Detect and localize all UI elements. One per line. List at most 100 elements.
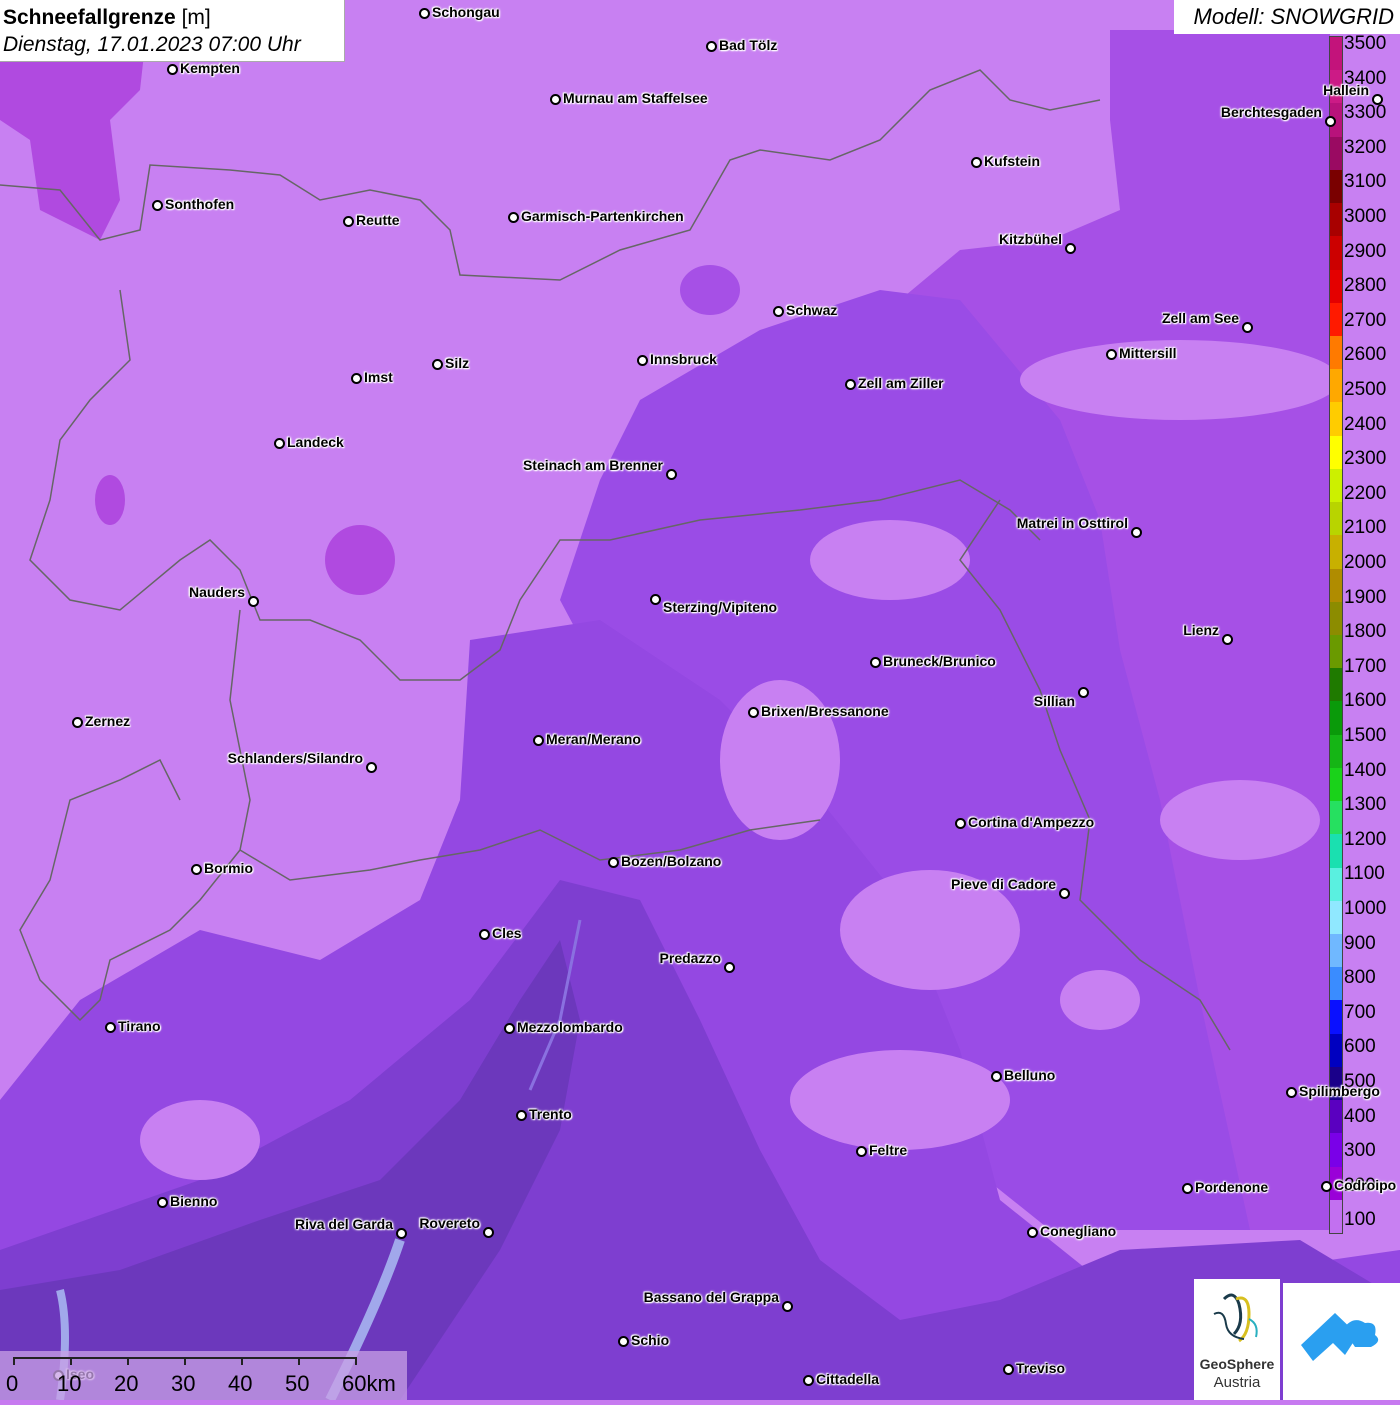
city-marker[interactable] [167,64,178,75]
scale-label: 40 [228,1371,253,1396]
city-marker[interactable] [366,762,377,773]
mountain-cloud-icon [1301,1313,1379,1361]
city-label: Kempten [180,60,240,76]
city-marker[interactable] [516,1110,527,1121]
city-label: Bozen/Bolzano [621,853,722,869]
city-label: Zell am Ziller [858,375,944,391]
city-marker[interactable] [1182,1183,1193,1194]
city-marker[interactable] [608,857,619,868]
city-marker[interactable] [1131,527,1142,538]
city-marker[interactable] [1286,1087,1297,1098]
city-marker[interactable] [991,1071,1002,1082]
city-marker[interactable] [803,1375,814,1386]
legend-swatch [1330,900,1342,935]
city-marker[interactable] [550,94,561,105]
city-marker[interactable] [666,469,677,480]
city-marker[interactable] [1003,1364,1014,1375]
city-marker[interactable] [1078,687,1089,698]
city-label: Bienno [170,1193,218,1209]
legend-label: 3000 [1344,206,1387,227]
legend-swatch [1330,269,1342,304]
legend-swatch [1330,468,1342,503]
city-marker[interactable] [618,1336,629,1347]
city-marker[interactable] [419,8,430,19]
city-marker[interactable] [971,157,982,168]
legend-swatch [1330,568,1342,603]
city-marker[interactable] [1325,116,1336,127]
city-marker[interactable] [1222,634,1233,645]
city-label: Sonthofen [165,196,235,212]
legend-swatch [1330,203,1342,237]
city-marker[interactable] [1059,888,1070,899]
legend-swatch [1330,701,1342,736]
scale-label: 30 [171,1371,196,1396]
city-label: Sillian [1033,693,1075,709]
city-marker[interactable] [870,657,881,668]
city-marker[interactable] [845,379,856,390]
city-label: Pieve di Cadore [950,876,1056,892]
city-marker[interactable] [396,1228,407,1239]
title-text: Schneefallgrenze [3,6,176,29]
city-marker[interactable] [191,864,202,875]
city-label: Reutte [356,212,400,228]
city-marker[interactable] [1372,94,1383,105]
app-logo[interactable] [1283,1283,1400,1400]
legend-label: 100 [1344,1209,1376,1231]
city-label: Schlanders/Silandro [227,750,363,766]
city-marker[interactable] [274,438,285,449]
city-marker[interactable] [533,735,544,746]
legend-label: 3200 [1344,136,1387,158]
city-marker[interactable] [637,355,648,366]
legend-label: 600 [1344,1036,1376,1058]
city-marker[interactable] [1106,349,1117,360]
scale-tick [70,1357,72,1365]
legend-label: 2000 [1344,552,1387,573]
city-marker[interactable] [1321,1181,1332,1192]
city-label: Steinach am Brenner [522,457,663,473]
city-marker[interactable] [157,1197,168,1208]
city-marker[interactable] [479,929,490,940]
legend-swatch [1330,601,1342,636]
city-marker[interactable] [152,200,163,211]
legend-swatch [1330,1033,1342,1068]
city-marker[interactable] [105,1022,116,1033]
legend-label: 2500 [1344,379,1387,400]
city-marker[interactable] [432,359,443,370]
city-marker[interactable] [1027,1227,1038,1238]
legend-swatch [1330,767,1342,802]
city-label: Trento [529,1106,572,1122]
legend-label: 3500 [1344,33,1387,54]
legend-label: 1200 [1344,828,1387,850]
city-label: Codroipo [1334,1177,1397,1193]
city-marker[interactable] [724,962,735,973]
city-marker[interactable] [72,717,83,728]
legend-label: 1800 [1344,621,1387,643]
legend-swatch [1330,236,1342,271]
city-marker[interactable] [1242,322,1253,333]
city-marker[interactable] [650,594,661,605]
legend-label: 2200 [1344,482,1387,504]
city-marker[interactable] [955,818,966,829]
city-label: Zell am See [1161,310,1239,326]
city-label: Predazzo [659,950,721,966]
city-marker[interactable] [773,306,784,317]
city-marker[interactable] [782,1301,793,1312]
city-label: Sterzing/Vipiteno [663,599,778,615]
geosphere-logo[interactable]: GeoSphere Austria [1194,1279,1280,1400]
logo-text-austria: Austria [1213,1374,1261,1391]
city-label: Hallein [1323,82,1369,98]
city-marker[interactable] [483,1227,494,1238]
city-marker[interactable] [856,1146,867,1157]
city-label: Kitzbühel [999,231,1062,247]
city-marker[interactable] [504,1023,515,1034]
city-marker[interactable] [1065,243,1076,254]
logo-text-geosphere: GeoSphere [1199,1356,1275,1372]
city-marker[interactable] [351,373,362,384]
city-marker[interactable] [748,707,759,718]
city-marker[interactable] [248,596,259,607]
legend-label: 2800 [1344,275,1387,297]
city-marker[interactable] [343,216,354,227]
city-label: Lienz [1183,622,1219,638]
city-marker[interactable] [706,41,717,52]
city-marker[interactable] [508,212,519,223]
